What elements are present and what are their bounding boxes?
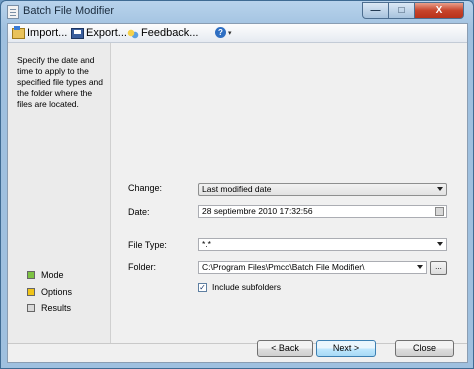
- title-bar[interactable]: Batch File Modifier — □ X: [1, 1, 473, 23]
- close-window-button[interactable]: X: [414, 2, 464, 19]
- app-window: Batch File Modifier — □ X Import... Expo…: [0, 0, 474, 369]
- close-button[interactable]: Close: [395, 340, 454, 357]
- date-value: 28 septiembre 2010 17:32:56: [202, 206, 313, 216]
- maximize-button[interactable]: □: [388, 2, 415, 19]
- import-label: Import...: [27, 27, 68, 39]
- feedback-label: Feedback...: [141, 27, 199, 39]
- app-icon: [7, 5, 19, 19]
- step-options-label: Options: [41, 287, 73, 297]
- import-folder-icon: [12, 25, 25, 39]
- step-results: Results: [27, 303, 71, 313]
- browse-folder-button[interactable]: ...: [430, 261, 447, 275]
- step-options-indicator-icon: [27, 288, 35, 296]
- filetype-combo[interactable]: *.*: [198, 238, 447, 251]
- step-options: Options: [27, 287, 72, 297]
- change-label: Change:: [128, 183, 163, 193]
- wizard-side-panel: Specify the date and time to apply to th…: [8, 43, 111, 343]
- chevron-down-icon: [417, 265, 423, 269]
- import-button[interactable]: Import...: [12, 25, 68, 40]
- folder-combo[interactable]: C:\Program Files\Pmcc\Batch File Modifie…: [198, 261, 427, 274]
- date-picker[interactable]: 28 septiembre 2010 17:32:56: [198, 205, 447, 218]
- minimize-button[interactable]: —: [362, 2, 389, 19]
- change-select-value: Last modified date: [202, 184, 272, 194]
- date-label: Date:: [128, 207, 150, 217]
- filetype-value: *.*: [202, 239, 211, 249]
- calendar-icon[interactable]: [435, 207, 444, 216]
- feedback-button[interactable]: Feedback...: [126, 26, 198, 40]
- step-results-label: Results: [41, 303, 72, 313]
- window-title: Batch File Modifier: [23, 5, 115, 17]
- include-subfolders-label: Include subfolders: [212, 282, 281, 292]
- help-icon[interactable]: ?: [215, 27, 226, 38]
- step-mode-label: Mode: [41, 270, 64, 280]
- step-results-indicator-icon: [27, 304, 35, 312]
- filetype-label: File Type:: [128, 240, 167, 250]
- toolbar: Import... Export... Feedback... ? ▾: [8, 24, 467, 43]
- folder-label: Folder:: [128, 262, 157, 272]
- include-subfolders-checkbox[interactable]: ✓ Include subfolders: [198, 282, 281, 292]
- next-button[interactable]: Next >: [316, 340, 376, 357]
- checkbox-check-icon[interactable]: ✓: [198, 282, 207, 292]
- client-area: Import... Export... Feedback... ? ▾ Spec…: [7, 23, 468, 363]
- step-description: Specify the date and time to apply to th…: [17, 55, 103, 109]
- export-button[interactable]: Export...: [71, 26, 127, 40]
- back-button[interactable]: < Back: [257, 340, 313, 357]
- change-select[interactable]: Last modified date: [198, 183, 447, 196]
- chevron-down-icon: [437, 187, 443, 191]
- step-mode: Mode: [27, 270, 64, 280]
- save-disk-icon: [71, 27, 84, 39]
- chevron-down-icon: [437, 242, 443, 246]
- help-dropdown-arrow[interactable]: ▾: [228, 29, 232, 37]
- feedback-icon: [126, 27, 139, 39]
- folder-value: C:\Program Files\Pmcc\Batch File Modifie…: [202, 262, 365, 272]
- export-label: Export...: [86, 27, 127, 39]
- step-mode-indicator-icon: [27, 271, 35, 279]
